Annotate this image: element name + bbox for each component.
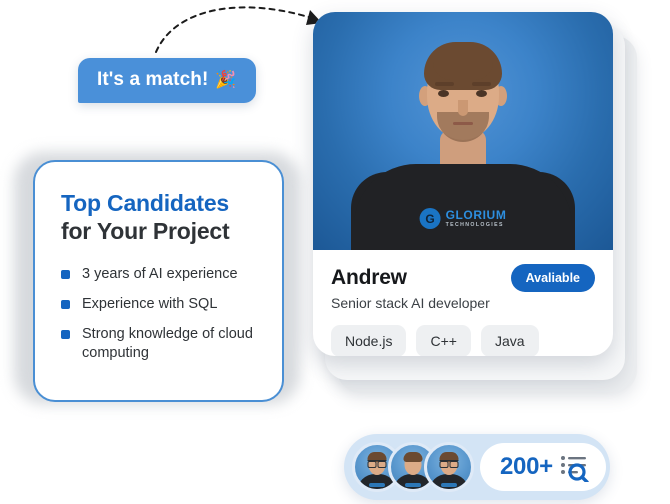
- candidate-count-widget: 200+: [344, 434, 610, 500]
- portrait-nose: [458, 100, 468, 116]
- list-item: Experience with SQL: [61, 295, 260, 314]
- avatar-group: [352, 442, 474, 492]
- skill-chip[interactable]: Java: [480, 325, 539, 356]
- avatar: [424, 442, 474, 492]
- match-bubble-text: It's a match!: [97, 69, 209, 90]
- glorium-logo-sub: TECHNOLOGIES: [445, 221, 504, 228]
- candidate-photo: G GLORIUM TECHNOLOGIES: [313, 12, 613, 250]
- glasses-icon: [367, 460, 387, 468]
- right-edge-fade: [650, 0, 670, 504]
- list-item: 3 years of AI experience: [61, 265, 260, 284]
- party-popper-icon: 🎉: [215, 70, 237, 89]
- skill-chip[interactable]: C++: [416, 325, 471, 356]
- list-search-icon[interactable]: [560, 452, 590, 482]
- candidate-card-stack: Node.js C++ Java Node.js C++ Java: [313, 12, 643, 392]
- portrait-eyebrow-left: [435, 82, 454, 86]
- glasses-icon: [439, 460, 459, 468]
- portrait-mouth: [453, 122, 473, 125]
- avatar-hair: [403, 452, 423, 462]
- match-bubble: It's a match! 🎉: [78, 58, 256, 103]
- portrait-eyebrow-right: [472, 82, 491, 86]
- avatar-shirt-logo: [405, 483, 421, 487]
- illustration-stage: It's a match! 🎉 Top Candidates for Your …: [0, 0, 670, 504]
- info-card-title-line2: for Your Project: [61, 218, 230, 245]
- skill-chip[interactable]: Node.js: [331, 325, 407, 356]
- status-badge: Avaliable: [510, 264, 595, 292]
- candidate-name-row: Andrew Avaliable: [331, 264, 595, 292]
- top-candidates-card: Top Candidates for Your Project 3 years …: [33, 160, 284, 402]
- glorium-logo-name: GLORIUM: [445, 207, 507, 222]
- candidate-role: Senior stack AI developer: [331, 295, 490, 311]
- candidate-card[interactable]: G GLORIUM TECHNOLOGIES Andrew Avaliable …: [313, 12, 613, 356]
- info-card-title: Top Candidates for Your Project: [61, 189, 260, 245]
- candidate-name: Andrew: [331, 266, 407, 289]
- requirements-list: 3 years of AI experience Experience with…: [61, 265, 260, 364]
- glorium-technologies-logo: G GLORIUM TECHNOLOGIES: [419, 208, 507, 229]
- glorium-logo-mark: G: [419, 208, 441, 229]
- skill-chips: Node.js C++ Java: [331, 325, 595, 356]
- list-item: Strong knowledge of cloud computing: [61, 325, 260, 363]
- portrait-torso: [354, 164, 572, 250]
- avatar-shirt-logo: [441, 483, 457, 487]
- candidate-details: Andrew Avaliable Senior stack AI develop…: [313, 250, 613, 356]
- count-pill: 200+: [480, 443, 606, 491]
- portrait-eye-right: [476, 90, 487, 97]
- portrait-eye-left: [438, 90, 449, 97]
- glorium-logo-text: GLORIUM TECHNOLOGIES: [446, 209, 507, 228]
- avatar-shirt-logo: [369, 483, 385, 487]
- info-card-title-line1: Top Candidates: [61, 190, 230, 216]
- dashed-arrow-connector: [155, 6, 322, 53]
- candidate-count: 200+: [500, 453, 553, 480]
